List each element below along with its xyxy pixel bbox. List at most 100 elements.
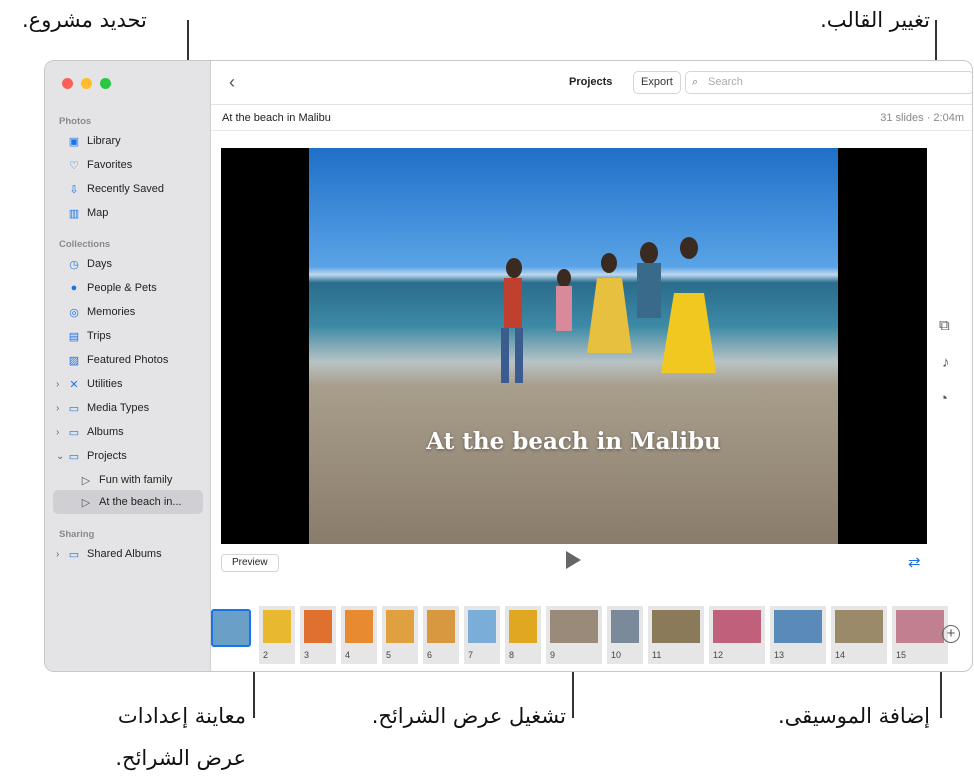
slide-thumbnail[interactable]: 12 [709, 606, 765, 664]
close-button[interactable] [62, 78, 73, 89]
music-button[interactable]: ♪ [942, 354, 950, 371]
slide-number: 10 [611, 650, 622, 660]
slide-thumbnail[interactable]: 13 [770, 606, 826, 664]
sidebar-item-memories[interactable]: ◎ Memories [53, 302, 203, 322]
slide-thumbnail[interactable]: 7 [464, 606, 500, 664]
thumbnail-image [713, 610, 761, 643]
label: Albums [87, 426, 124, 438]
preview-button[interactable]: Preview [221, 554, 279, 572]
clock-icon: ◷ [69, 258, 79, 271]
slide-thumbnail[interactable]: 6 [423, 606, 459, 664]
thumbnail-image [304, 610, 332, 643]
sidebar-item-fun-with-family[interactable]: ▷ Fun with family [53, 470, 203, 490]
slide-thumbnail[interactable]: 15 [892, 606, 948, 664]
project-header: At the beach in Malibu 31 slides · 2:04m [211, 105, 972, 131]
slide-number: 13 [774, 650, 785, 660]
slideshow-viewer: At the beach in Malibu [221, 148, 927, 544]
repeat-button[interactable]: ⇄ [908, 553, 921, 571]
slide-thumbnail[interactable]: 5 [382, 606, 418, 664]
sidebar-item-at-the-beach[interactable]: ▷ At the beach in... [53, 490, 203, 514]
sidebar: Photos ▣ Library ♡ Favorites ⇩ Recently Sav… [45, 61, 211, 671]
filmstrip: 2 3 4 5 6 7 8 9 10 11 12 13 14 15 [211, 606, 972, 666]
callout-play: تشغيل عرض الشرائح. [371, 704, 566, 728]
slide-thumbnail[interactable]: 2 [259, 606, 295, 664]
label: Projects [87, 450, 127, 462]
slide-thumbnail[interactable]: 8 [505, 606, 541, 664]
label: Fun with family [99, 474, 173, 486]
slideshow-icon: ▷ [81, 474, 91, 487]
slide-caption: At the beach in Malibu [426, 428, 721, 455]
sidebar-item-map[interactable]: ▥ Map [53, 203, 203, 223]
thumbnail-image [263, 610, 291, 643]
callout-change-theme: تغيير القالب. [820, 8, 930, 32]
label: Days [87, 258, 113, 270]
chevron-right-icon[interactable]: › [56, 403, 59, 414]
thumbnail-image [509, 610, 537, 643]
folder-icon: ▭ [68, 450, 80, 463]
minimize-button[interactable] [81, 78, 92, 89]
sidebar-item-albums[interactable]: › ▭ Albums [53, 422, 203, 442]
themes-button[interactable]: ⧉ [939, 317, 950, 334]
section-sharing: Sharing [59, 529, 95, 540]
chevron-down-icon[interactable]: ⌄ [56, 451, 64, 462]
sidebar-item-media-types[interactable]: › ▭ Media Types [53, 398, 203, 418]
zoom-button[interactable] [100, 78, 111, 89]
callout-preview-settings: معاينة إعدادات [117, 704, 246, 728]
slide-number: 8 [509, 650, 515, 660]
play-button[interactable] [566, 551, 581, 569]
sidebar-item-projects[interactable]: ⌄ ▭ Projects [53, 446, 203, 466]
sidebar-item-utilities[interactable]: › ✕ Utilities [53, 374, 203, 394]
sidebar-item-shared-albums[interactable]: › ▭ Shared Albums [53, 544, 203, 564]
label: Trips [87, 330, 112, 342]
callout-add-music: إضافة الموسيقى. [778, 704, 930, 728]
main-pane: ‹ Projects Export ⌕ Search At the beach i… [211, 61, 972, 671]
section-photos: Photos [59, 116, 92, 127]
label: At the beach in... [99, 496, 182, 508]
sidebar-item-people[interactable]: ● People & Pets [53, 278, 203, 298]
thumbnail-image [835, 610, 883, 643]
slideshow-icon: ▷ [81, 496, 91, 509]
slide-thumbnail[interactable]: 4 [341, 606, 377, 664]
heart-icon: ♡ [69, 159, 79, 172]
suitcase-icon: ▤ [68, 330, 80, 343]
export-button[interactable]: Export [633, 71, 681, 94]
slide-thumbnail[interactable]: 3 [300, 606, 336, 664]
label: Library [87, 135, 121, 147]
label: Recently Saved [87, 183, 165, 195]
thumbnail-image [611, 610, 639, 643]
sidebar-item-favorites[interactable]: ♡ Favorites [53, 155, 203, 175]
add-slide-button[interactable]: + [942, 625, 960, 643]
slide-thumbnail[interactable]: 14 [831, 606, 887, 664]
slide-number: 12 [713, 650, 724, 660]
toolbar-title: Projects [569, 76, 613, 88]
slide-number: 3 [304, 650, 310, 660]
slide-thumbnail[interactable] [211, 606, 251, 664]
library-icon: ▣ [68, 135, 80, 148]
project-info: 31 slides · 2:04m [880, 112, 964, 124]
toolbar: ‹ Projects Export ⌕ Search [211, 61, 972, 105]
section-collections: Collections [59, 239, 111, 250]
chevron-right-icon[interactable]: › [56, 379, 59, 390]
search-placeholder: Search [708, 76, 743, 88]
chevron-right-icon[interactable]: › [56, 427, 59, 438]
sidebar-item-library[interactable]: ▣ Library [53, 131, 203, 151]
slide-thumbnail[interactable]: 10 [607, 606, 643, 664]
label: Map [87, 207, 109, 219]
sidebar-item-featured[interactable]: ▨ Featured Photos [53, 350, 203, 370]
slide-thumbnail[interactable]: 11 [648, 606, 704, 664]
sidebar-item-days[interactable]: ◷ Days [53, 254, 203, 274]
search-input[interactable]: ⌕ Search [685, 71, 972, 94]
label: Shared Albums [87, 548, 162, 560]
folder-icon: ▭ [68, 402, 80, 415]
chevron-right-icon[interactable]: › [56, 549, 59, 560]
thumbnail-image [345, 610, 373, 643]
search-icon: ⌕ [692, 76, 699, 88]
label: Featured Photos [87, 354, 169, 366]
slide-thumbnail[interactable]: 9 [546, 606, 602, 664]
duration-button[interactable]: ◔ [939, 390, 948, 407]
people-silhouettes [501, 237, 716, 383]
back-button[interactable]: ‹ [229, 72, 235, 93]
sidebar-item-trips[interactable]: ▤ Trips [53, 326, 203, 346]
shared-album-icon: ▭ [68, 548, 80, 561]
sidebar-item-recently-saved[interactable]: ⇩ Recently Saved [53, 179, 203, 199]
